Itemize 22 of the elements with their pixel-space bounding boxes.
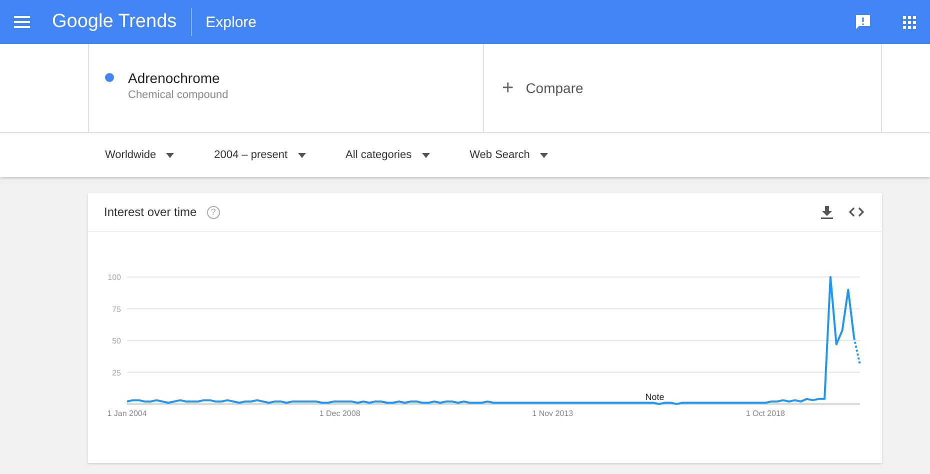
y-tick-label: 50 xyxy=(112,336,121,346)
filter-dropdown[interactable]: All categories xyxy=(346,149,430,161)
y-tick-label: 25 xyxy=(112,368,121,378)
caret-icon xyxy=(298,152,306,158)
filter-dropdown[interactable]: 2004 – present xyxy=(214,149,306,161)
caret-icon xyxy=(422,152,430,158)
page-title: Explore xyxy=(206,14,256,30)
card-title: Interest over time xyxy=(104,205,197,219)
y-tick-label: 75 xyxy=(112,304,121,314)
filter-dropdown[interactable]: Worldwide xyxy=(105,149,174,161)
x-tick-label: 1 Nov 2013 xyxy=(532,409,574,418)
x-tick-label: 1 Jan 2004 xyxy=(107,409,147,418)
caret-icon xyxy=(166,152,174,158)
search-term[interactable]: Adrenochrome xyxy=(128,70,228,86)
caret-icon xyxy=(540,152,548,158)
term-type: Chemical compound xyxy=(128,89,228,101)
y-tick-label: 100 xyxy=(108,273,121,282)
x-tick-label: 1 Dec 2008 xyxy=(319,409,360,418)
note-label[interactable]: Note xyxy=(645,392,664,402)
filter-dropdown[interactable]: Web Search xyxy=(470,149,548,161)
x-tick-label: 1 Oct 2018 xyxy=(746,409,785,418)
app-logo[interactable]: Google Trends xyxy=(52,8,192,36)
